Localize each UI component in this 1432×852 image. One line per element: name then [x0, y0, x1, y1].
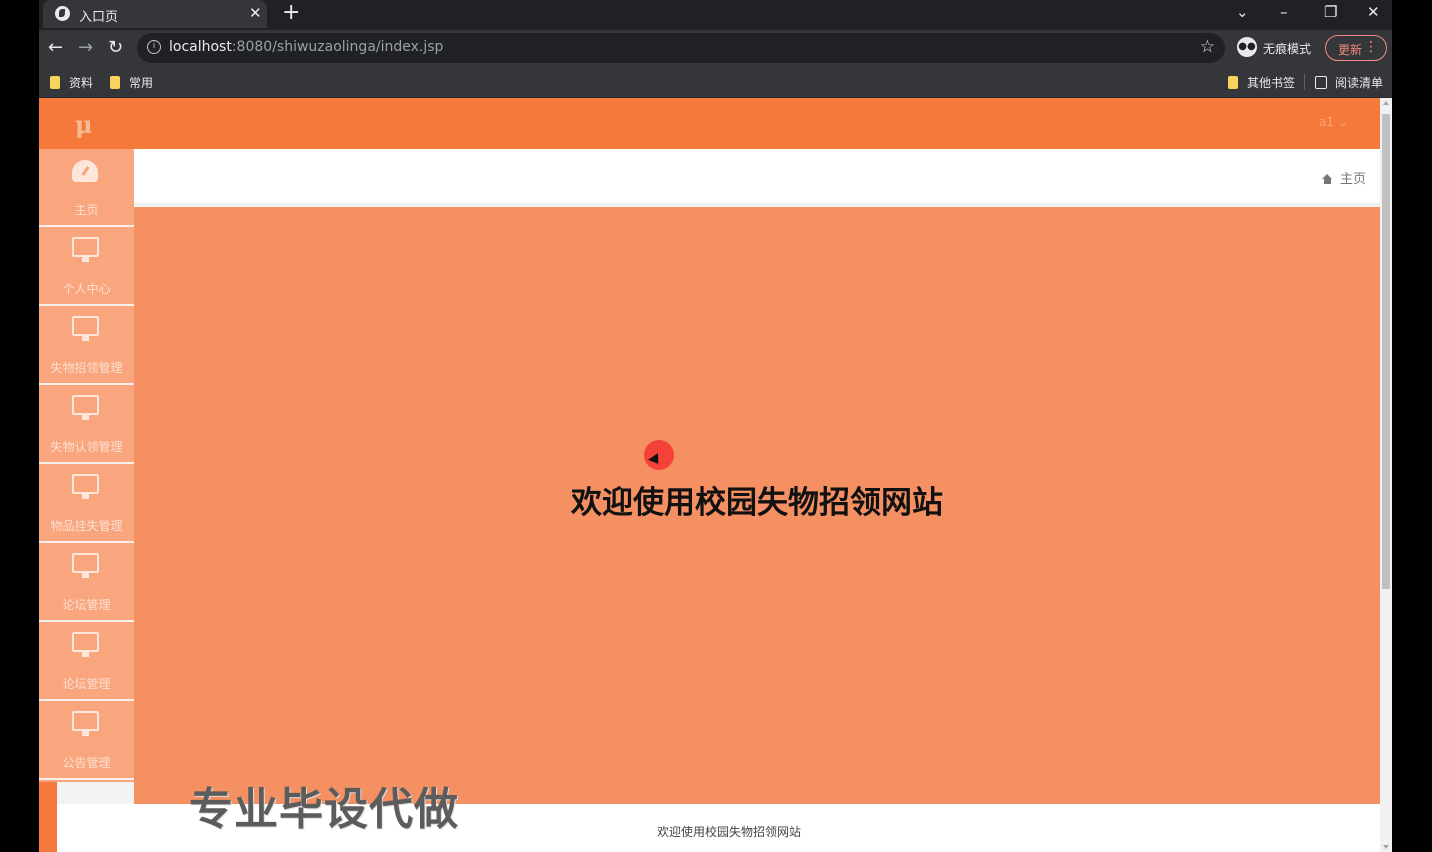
monitor-icon [72, 553, 99, 578]
more-menu-icon[interactable]: ⋮ [1364, 39, 1378, 55]
tab-strip: 入口页 ✕ + ⌄ – ❐ ✕ [39, 0, 1392, 30]
reading-list[interactable]: 阅读清单 [1315, 74, 1383, 90]
scroll-down-icon[interactable] [1383, 845, 1389, 849]
folder-icon [1228, 76, 1238, 89]
sidebar-item-personal-center[interactable]: 个人中心 [39, 228, 134, 306]
app-header: μ a1 ⌄ [39, 98, 1380, 149]
home-icon [1321, 174, 1333, 184]
sidebar-item-loss-report[interactable]: 物品挂失管理 [39, 465, 134, 543]
address-bar[interactable]: i localhost:8080/shiwuzaolinga/index.jsp… [137, 33, 1225, 63]
update-button[interactable]: 更新 ⋮ [1325, 35, 1387, 61]
sidebar-item-label: 论坛管理 [62, 677, 111, 691]
minimize-icon[interactable]: – [1280, 2, 1288, 22]
other-bookmarks[interactable]: 其他书签 [1228, 74, 1295, 90]
reload-icon[interactable]: ↻ [108, 38, 123, 58]
url-text[interactable]: localhost:8080/shiwuzaolinga/index.jsp [169, 39, 443, 55]
sidebar: 主页 个人中心 失物招领管理 失物认领管理 物品挂失管理 论坛管理 论坛管理 公… [39, 149, 134, 782]
bookmarks-divider [1304, 74, 1305, 90]
sidebar-bottom-strip [39, 782, 57, 852]
welcome-heading: 欢迎使用校园失物招领网站 [571, 485, 943, 521]
watermark-overlay: 专业毕设代做 [189, 784, 459, 835]
monitor-icon [72, 316, 99, 341]
monitor-icon [72, 632, 99, 657]
close-window-icon[interactable]: ✕ [1367, 2, 1380, 22]
page-scrollbar[interactable] [1380, 98, 1392, 852]
folder-icon [110, 76, 120, 89]
monitor-icon [72, 474, 99, 499]
sidebar-item-label: 物品挂失管理 [50, 519, 123, 533]
sidebar-item-label: 主页 [74, 203, 99, 217]
folder-icon [50, 76, 60, 89]
monitor-icon [72, 395, 99, 420]
bookmark-folder-ziliao[interactable]: 资料 [50, 74, 93, 90]
sidebar-item-forum-2[interactable]: 论坛管理 [39, 623, 134, 701]
sidebar-item-announcements[interactable]: 公告管理 [39, 702, 134, 780]
monitor-icon [72, 237, 99, 262]
scroll-up-icon[interactable] [1383, 101, 1389, 105]
sidebar-item-claims[interactable]: 失物认领管理 [39, 386, 134, 464]
sidebar-item-home[interactable]: 主页 [39, 149, 134, 227]
page-viewport: μ a1 ⌄ 主页 个人中心 失物招领管理 失物认领管理 物品挂失管理 论坛管理… [39, 98, 1380, 852]
new-tab-button[interactable]: + [282, 1, 300, 25]
main-content: 欢迎使用校园失物招领网站 [134, 207, 1380, 804]
site-info-icon[interactable]: i [147, 40, 161, 54]
bookmark-folder-changyong[interactable]: 常用 [110, 74, 153, 90]
update-label: 更新 [1338, 43, 1363, 57]
tab-active[interactable]: 入口页 ✕ [43, 0, 267, 28]
forward-icon[interactable]: → [78, 38, 93, 58]
tab-search-icon[interactable]: ⌄ [1236, 2, 1249, 22]
breadcrumb-bar: 主页 [134, 149, 1380, 205]
incognito-label: 无痕模式 [1263, 42, 1312, 56]
tab-title: 入口页 [79, 10, 119, 25]
globe-icon [55, 6, 70, 21]
dashboard-icon [72, 160, 98, 182]
sidebar-item-label: 失物招领管理 [50, 361, 123, 375]
sidebar-item-lost-found[interactable]: 失物招领管理 [39, 307, 134, 385]
incognito-indicator[interactable]: ●● 无痕模式 [1237, 36, 1321, 60]
sidebar-item-label: 论坛管理 [62, 598, 111, 612]
sidebar-item-label: 个人中心 [62, 282, 111, 296]
bookmark-star-icon[interactable]: ☆ [1200, 37, 1215, 57]
tab-close-icon[interactable]: ✕ [249, 4, 262, 22]
sidebar-item-forum-1[interactable]: 论坛管理 [39, 544, 134, 622]
monitor-icon [72, 711, 99, 736]
scrollbar-thumb[interactable] [1382, 114, 1390, 589]
app-logo[interactable]: μ [75, 110, 93, 139]
user-menu[interactable]: a1 ⌄ [1319, 115, 1348, 129]
browser-window: 入口页 ✕ + ⌄ – ❐ ✕ ← → ↻ i localhost:8080/s… [39, 0, 1392, 852]
sidebar-item-label: 公告管理 [62, 756, 111, 770]
incognito-icon: ●● [1237, 37, 1257, 57]
restore-icon[interactable]: ❐ [1324, 2, 1337, 22]
reading-list-icon [1315, 76, 1327, 89]
bookmarks-bar: 资料 常用 其他书签 阅读清单 [39, 66, 1392, 98]
breadcrumb[interactable]: 主页 [1321, 168, 1366, 187]
browser-toolbar: ← → ↻ i localhost:8080/shiwuzaolinga/ind… [39, 30, 1392, 66]
sidebar-item-label: 失物认领管理 [50, 440, 123, 454]
back-icon[interactable]: ← [48, 38, 63, 58]
